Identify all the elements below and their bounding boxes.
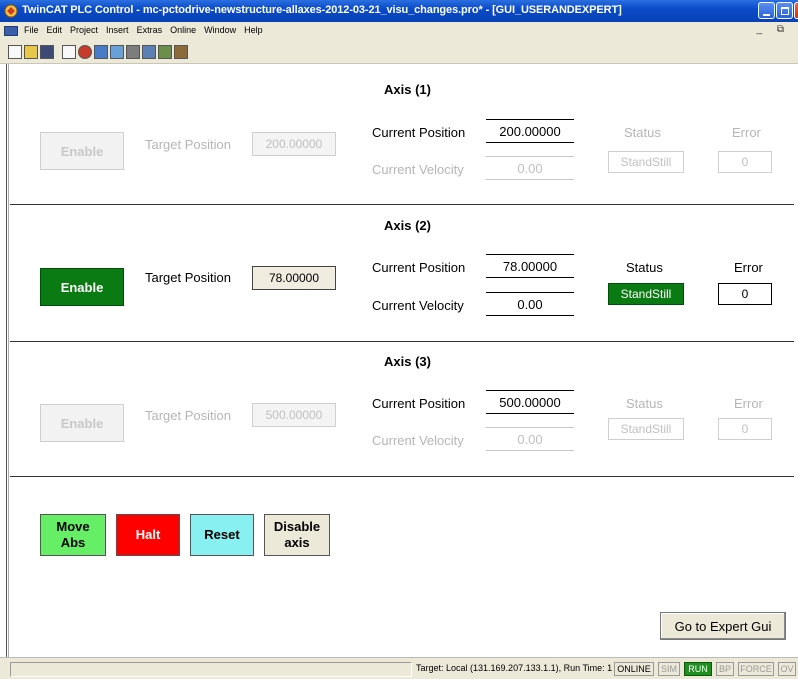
axis-2-current-velocity-label: Current Velocity [372, 298, 464, 313]
status-flag-ov: OV [778, 662, 796, 676]
axis-1-title: Axis (1) [384, 82, 431, 97]
print-icon[interactable] [142, 45, 156, 59]
axis-1-error-value: 0 [718, 151, 772, 173]
left-border [6, 64, 9, 657]
axis-2-enable-button[interactable]: Enable [40, 268, 124, 306]
go-to-expert-gui-button[interactable]: Go to Expert Gui [660, 612, 786, 640]
axis-3-current-position-label: Current Position [372, 396, 466, 411]
axis-divider [10, 204, 794, 205]
menu-item-online[interactable]: Online [170, 25, 196, 35]
title-bar[interactable]: TwinCAT PLC Control - mc-pctodrive-newst… [0, 0, 798, 22]
save-icon[interactable] [40, 45, 54, 59]
axis-3-error-label: Error [734, 396, 763, 411]
axis-3-title: Axis (3) [384, 354, 431, 369]
stop-icon[interactable] [78, 45, 92, 59]
step-icon[interactable] [110, 45, 124, 59]
axis-2-error-label: Error [734, 260, 763, 275]
axis-1-current-velocity-value: 0.00 [486, 156, 574, 180]
axis-3-status-label: Status [626, 396, 663, 411]
twincat-app-icon [4, 4, 18, 18]
toolbar [0, 40, 798, 64]
axis-1-target-position-label: Target Position [145, 137, 231, 152]
move-abs-button[interactable]: Move Abs [40, 514, 106, 556]
halt-button[interactable]: Halt [116, 514, 180, 556]
menu-bar: File Edit Project Insert Extras Online Window H… [0, 22, 798, 40]
window-title: TwinCAT PLC Control - mc-pctodrive-newst… [22, 4, 622, 16]
cross-reference-icon[interactable] [158, 45, 172, 59]
reset-button[interactable]: Reset [190, 514, 254, 556]
menu-item-extras[interactable]: Extras [137, 25, 163, 35]
status-flag-online: ONLINE [614, 662, 654, 676]
axis-2-target-position-label: Target Position [145, 270, 231, 285]
status-flag-force: FORCE [738, 662, 774, 676]
axis-2-current-position-value: 78.00000 [486, 254, 574, 278]
axis-2-target-position-input[interactable]: 78.00000 [252, 266, 336, 290]
monitor-icon[interactable] [174, 45, 188, 59]
axis-3-status-badge: StandStill [608, 418, 684, 440]
axis-3-current-velocity-value: 0.00 [486, 427, 574, 451]
axis-1-current-position-value: 200.00000 [486, 119, 574, 143]
maximize-icon [781, 7, 789, 15]
axis-1-error-label: Error [732, 125, 761, 140]
status-flag-sim: SIM [658, 662, 680, 676]
disable-axis-button[interactable]: Disable axis [264, 514, 330, 556]
menu-items: File Edit Project Insert Extras Online Window H… [24, 25, 263, 35]
axis-3-target-position-label: Target Position [145, 408, 231, 423]
status-flag-bp: BP [716, 662, 734, 676]
axis-3-current-velocity-label: Current Velocity [372, 433, 464, 448]
menu-item-file[interactable]: File [24, 25, 39, 35]
document-icon[interactable] [4, 26, 18, 36]
status-flag-run: RUN [684, 662, 712, 676]
axis-1-status-badge: StandStill [608, 151, 684, 173]
minimize-button[interactable] [758, 2, 775, 19]
axis-1-status-label: Status [624, 125, 661, 140]
menu-item-help[interactable]: Help [244, 25, 263, 35]
axis-2-status-badge: StandStill [608, 283, 684, 305]
axis-2-current-position-label: Current Position [372, 260, 466, 275]
axis-1-target-position-input[interactable]: 200.00000 [252, 132, 336, 156]
visualization-area: Axis (1) Enable Target Position 200.0000… [0, 64, 798, 657]
axis-3-target-position-input[interactable]: 500.00000 [252, 403, 336, 427]
close-button[interactable] [794, 2, 798, 19]
axis-2-status-label: Status [626, 260, 663, 275]
status-bar: Target: Local (131.169.207.133.1.1), Run… [0, 657, 798, 679]
axis-2-title: Axis (2) [384, 218, 431, 233]
axis-1-enable-button[interactable]: Enable [40, 132, 124, 170]
status-message-pane [10, 662, 412, 677]
axis-3-enable-button[interactable]: Enable [40, 404, 124, 442]
breakpoint-icon[interactable] [126, 45, 140, 59]
axis-3-current-position-value: 500.00000 [486, 390, 574, 414]
axis-1-current-position-label: Current Position [372, 125, 466, 140]
open-folder-icon[interactable] [24, 45, 38, 59]
axis-divider [10, 476, 794, 477]
axis-2-current-velocity-value: 0.00 [486, 292, 574, 316]
maximize-button[interactable] [776, 2, 793, 19]
menu-item-window[interactable]: Window [204, 25, 236, 35]
minimize-icon [763, 14, 770, 16]
axis-2-error-value: 0 [718, 283, 772, 305]
menu-item-insert[interactable]: Insert [106, 25, 129, 35]
target-info: Target: Local (131.169.207.133.1.1), Run… [416, 663, 613, 673]
axis-3-error-value: 0 [718, 418, 772, 440]
menu-item-edit[interactable]: Edit [47, 25, 63, 35]
run-icon[interactable] [94, 45, 108, 59]
new-file-icon[interactable] [8, 45, 22, 59]
axis-1-current-velocity-label: Current Velocity [372, 162, 464, 177]
axis-divider [10, 341, 794, 342]
menu-item-project[interactable]: Project [70, 25, 98, 35]
mdi-controls[interactable]: _ ⧉ [757, 24, 790, 35]
login-icon[interactable] [62, 45, 76, 59]
